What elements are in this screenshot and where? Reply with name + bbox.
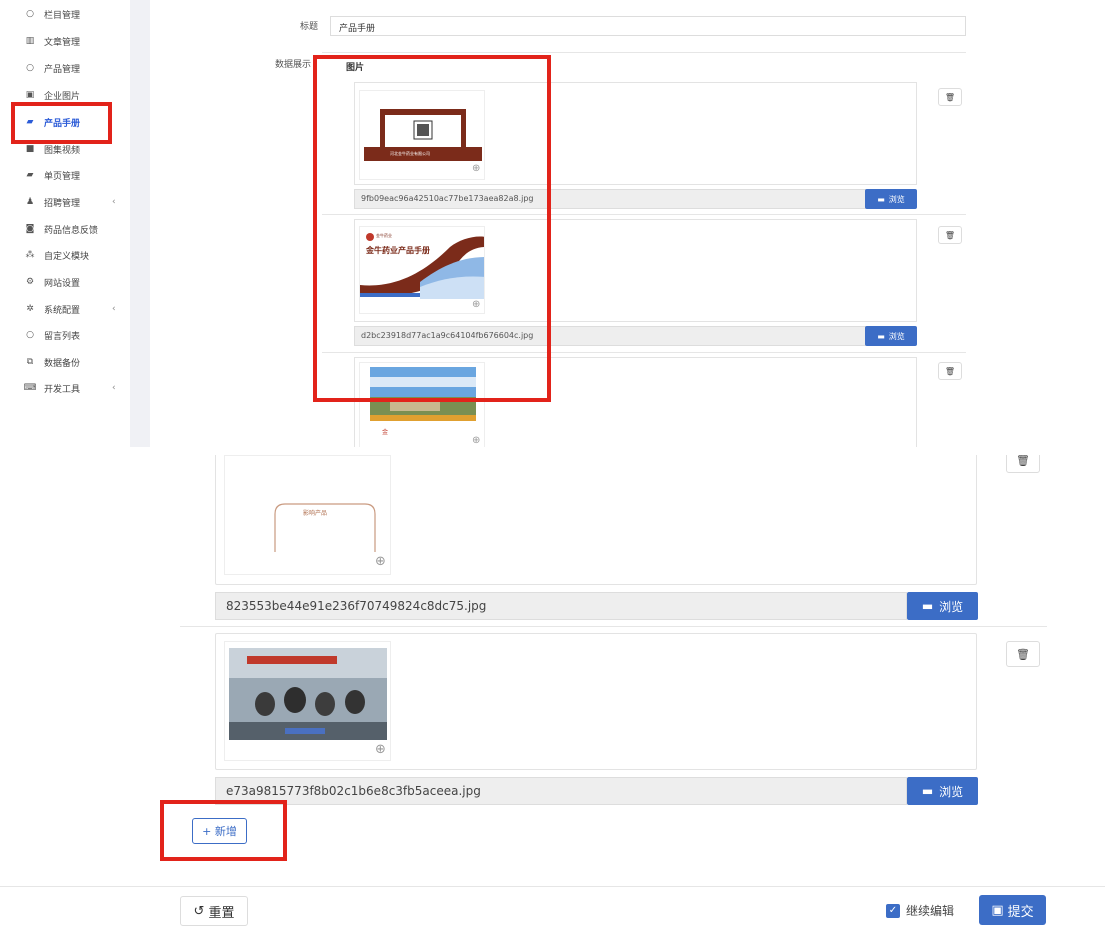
sidebar-item-custom-module[interactable]: ⁂ 自定义模块 bbox=[22, 245, 90, 265]
delete-button[interactable]: 🗑 bbox=[938, 226, 962, 244]
chevron-left-icon: ‹ bbox=[112, 383, 116, 393]
browse-button[interactable]: ▬ 浏览 bbox=[907, 592, 978, 620]
video-icon: ■ bbox=[25, 144, 35, 154]
top-screenshot: ○ 栏目管理 ▥ 文章管理 ○ 产品管理 ▣ 企业图片 ▰ 产品手册 ■ 图集视频 ▰ 单页管… bbox=[0, 0, 1105, 447]
thumbnail-caption: 金 bbox=[382, 429, 389, 436]
title-label: 标题 bbox=[300, 22, 319, 32]
trash-icon: 🗑 bbox=[1016, 647, 1030, 661]
undo-icon: ↺ bbox=[193, 903, 205, 919]
sidebar-item-site-settings[interactable]: ⚙ 网站设置 bbox=[22, 272, 80, 292]
delete-button[interactable]: 🗑 bbox=[938, 88, 962, 106]
footer-divider bbox=[0, 886, 1105, 887]
divider bbox=[180, 626, 1047, 627]
continue-edit-checkbox[interactable]: ✓ 继续编辑 bbox=[886, 902, 954, 919]
circle-icon: ○ bbox=[26, 330, 34, 340]
delete-button[interactable]: 🗑 bbox=[1006, 455, 1040, 473]
folder-open-icon: ▬ bbox=[877, 331, 885, 341]
sidebar-item-messages[interactable]: ○ 留言列表 bbox=[22, 325, 80, 345]
browse-button[interactable]: ▬ 浏览 bbox=[865, 189, 917, 209]
continue-edit-label: 继续编辑 bbox=[906, 904, 955, 918]
camera-icon: ◙ bbox=[25, 224, 35, 234]
keyboard-icon: ⌨ bbox=[23, 383, 37, 393]
image-thumbnail[interactable]: ⊕ bbox=[224, 641, 391, 761]
data-display-label: 数据展示 bbox=[275, 60, 312, 70]
thumbnail-image bbox=[225, 642, 390, 760]
thumbnail-caption: 影响产品 bbox=[303, 510, 328, 517]
sidebar-item-column[interactable]: ○ 栏目管理 bbox=[22, 4, 80, 24]
highlight-box-images bbox=[313, 55, 551, 402]
trash-icon: 🗑 bbox=[944, 230, 956, 240]
sidebar-item-system-config[interactable]: ✲ 系统配置 ‹ bbox=[22, 299, 115, 319]
trash-icon: 🗑 bbox=[944, 366, 956, 376]
copy-icon: ⧉ bbox=[26, 357, 34, 367]
checkbox-checked-icon[interactable]: ✓ bbox=[886, 903, 900, 918]
bottom-screenshot: 🗑 影响产品 ⊕ 823553be44e91e236f70749824c8dc7… bbox=[0, 455, 1105, 933]
zoom-in-icon[interactable]: ⊕ bbox=[375, 742, 386, 757]
delete-button[interactable]: 🗑 bbox=[1006, 641, 1040, 667]
sidebar: ○ 栏目管理 ▥ 文章管理 ○ 产品管理 ▣ 企业图片 ▰ 产品手册 ■ 图集视频 ▰ 单页管… bbox=[0, 0, 130, 447]
chevron-left-icon: ‹ bbox=[112, 197, 116, 207]
save-icon: ▣ bbox=[991, 902, 1004, 918]
bar-chart-icon: ▥ bbox=[25, 36, 35, 46]
sidebar-item-backup[interactable]: ⧉ 数据备份 bbox=[22, 352, 80, 372]
filename-field[interactable]: e73a9815773f8b02c1b6e8c3fb5aceea.jpg bbox=[215, 777, 907, 805]
browse-button[interactable]: ▬ 浏览 bbox=[907, 777, 978, 805]
cubes-icon: ⁂ bbox=[25, 250, 35, 260]
highlight-box-add bbox=[160, 800, 287, 861]
sidebar-gutter bbox=[130, 0, 150, 447]
delete-button[interactable]: 🗑 bbox=[938, 362, 962, 380]
browse-button[interactable]: ▬ 浏览 bbox=[865, 326, 917, 346]
folder-open-icon: ▬ bbox=[921, 599, 934, 613]
divider bbox=[322, 52, 966, 53]
trash-icon: 🗑 bbox=[944, 92, 956, 102]
folder-open-icon: ▬ bbox=[877, 194, 885, 204]
reset-button[interactable]: ↺ 重置 bbox=[180, 896, 248, 926]
sidebar-item-recruit[interactable]: ♟ 招聘管理 ‹ bbox=[22, 192, 116, 212]
circle-icon: ○ bbox=[26, 63, 34, 73]
submit-button[interactable]: ▣ 提交 bbox=[979, 895, 1046, 925]
sidebar-item-products[interactable]: ○ 产品管理 bbox=[22, 58, 80, 78]
highlight-box-sidebar bbox=[11, 102, 112, 144]
gear-icon: ✲ bbox=[26, 304, 34, 314]
circle-icon: ○ bbox=[26, 9, 34, 19]
chevron-left-icon: ‹ bbox=[112, 304, 116, 314]
sidebar-item-feedback[interactable]: ◙ 药品信息反馈 bbox=[22, 219, 98, 239]
image-thumbnail[interactable]: 影响产品 ⊕ bbox=[224, 455, 391, 575]
zoom-in-icon[interactable]: ⊕ bbox=[375, 554, 386, 569]
sidebar-item-dev-tools[interactable]: ⌨ 开发工具 ‹ bbox=[22, 378, 116, 398]
book-icon: ▰ bbox=[26, 170, 34, 180]
title-input[interactable]: 产品手册 bbox=[330, 16, 966, 36]
zoom-in-icon[interactable]: ⊕ bbox=[472, 435, 480, 446]
sidebar-item-articles[interactable]: ▥ 文章管理 bbox=[22, 31, 80, 51]
cogs-icon: ⚙ bbox=[25, 277, 35, 287]
image-icon: ▣ bbox=[25, 90, 35, 100]
filename-field[interactable]: 823553be44e91e236f70749824c8dc75.jpg bbox=[215, 592, 907, 620]
user-icon: ♟ bbox=[25, 197, 35, 207]
sidebar-item-pages[interactable]: ▰ 单页管理 bbox=[22, 165, 80, 185]
folder-open-icon: ▬ bbox=[921, 784, 934, 798]
trash-icon: 🗑 bbox=[1016, 455, 1030, 467]
